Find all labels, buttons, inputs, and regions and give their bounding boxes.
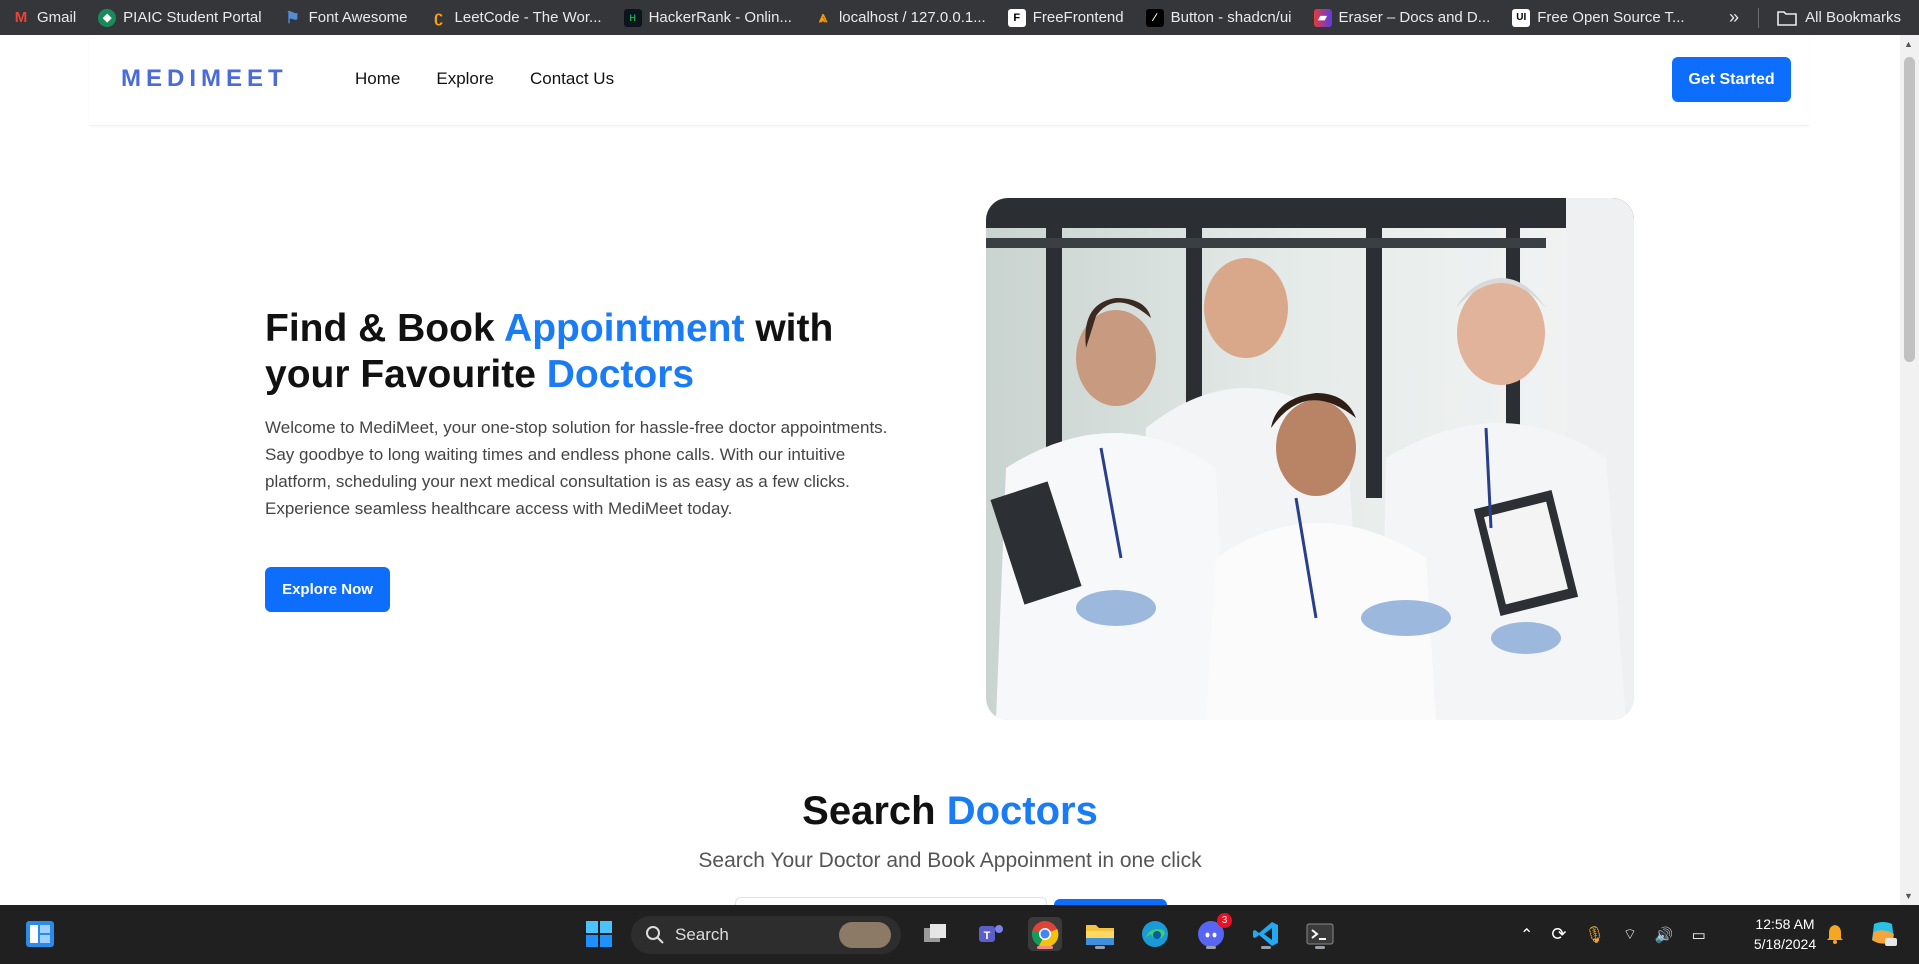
battery-icon[interactable]: ▭ bbox=[1692, 926, 1706, 944]
taskbar-clock[interactable]: 12:58 AM 5/18/2024 bbox=[1740, 914, 1830, 954]
clock-time: 12:58 AM bbox=[1755, 916, 1815, 932]
hero-description: Welcome to MediMeet, your one-stop solut… bbox=[265, 418, 888, 518]
all-bookmarks-label: All Bookmarks bbox=[1805, 9, 1901, 26]
bookmark-label: Button - shadcn/ui bbox=[1170, 9, 1292, 26]
teams-icon[interactable]: T bbox=[974, 917, 1008, 951]
nav-home[interactable]: Home bbox=[355, 69, 400, 89]
windows-start-icon[interactable] bbox=[582, 917, 616, 951]
nav-contact-us[interactable]: Contact Us bbox=[530, 69, 614, 89]
more-bookmarks-chevron-icon[interactable]: » bbox=[1729, 0, 1739, 35]
bookmark-label: HackerRank - Onlin... bbox=[648, 9, 792, 26]
bookmark-label: FreeFrontend bbox=[1032, 9, 1124, 26]
bookmark-shadcn[interactable]: ∕ Button - shadcn/ui bbox=[1145, 8, 1292, 27]
copilot-icon[interactable] bbox=[1866, 917, 1900, 951]
search-doctors-subtitle: Search Your Doctor and Book Appoinment i… bbox=[698, 849, 1202, 872]
phpmyadmin-icon: ⩓ bbox=[818, 9, 828, 26]
widgets-icon[interactable] bbox=[23, 917, 57, 951]
hero-title: Find & Book Appointment with your Favour… bbox=[265, 306, 905, 398]
bookmarks-bar: M Gmail ◆ PIAIC Student Portal ⚑ Font Aw… bbox=[0, 0, 1919, 35]
bookmark-label: Font Awesome bbox=[308, 9, 408, 26]
navbar: MEDIMEET Home Explore Contact Us Get Sta… bbox=[89, 35, 1809, 126]
folder-icon bbox=[1777, 10, 1797, 26]
hackerrank-icon: H bbox=[623, 8, 642, 27]
taskbar-search-box[interactable]: Search bbox=[631, 916, 901, 954]
chrome-icon[interactable] bbox=[1028, 917, 1062, 951]
running-app-indicator bbox=[1261, 946, 1271, 949]
doctors-photo-illustration bbox=[986, 198, 1634, 720]
show-hidden-icons-chevron-icon[interactable]: ⌃ bbox=[1520, 925, 1533, 945]
explore-now-button[interactable]: Explore Now bbox=[265, 567, 390, 612]
clock-date: 5/18/2024 bbox=[1753, 936, 1817, 952]
scroll-thumb[interactable] bbox=[1904, 57, 1915, 362]
task-view-icon[interactable] bbox=[919, 917, 953, 951]
search-title-part1: Search bbox=[802, 789, 947, 833]
ui-icon: UI bbox=[1512, 8, 1531, 27]
logo[interactable]: MEDIMEET bbox=[121, 65, 288, 93]
edge-icon[interactable] bbox=[1138, 917, 1172, 951]
bookmark-label: Eraser – Docs and D... bbox=[1338, 9, 1491, 26]
bookmark-freefrontend[interactable]: F FreeFrontend bbox=[1007, 8, 1124, 27]
bookmark-leetcode[interactable]: ʗ LeetCode - The Wor... bbox=[430, 8, 602, 27]
bookmark-font-awesome[interactable]: ⚑ Font Awesome bbox=[284, 9, 408, 27]
bookmark-hackerrank[interactable]: H HackerRank - Onlin... bbox=[623, 8, 792, 27]
font-awesome-icon: ⚑ bbox=[285, 9, 300, 27]
active-app-indicator bbox=[1037, 946, 1053, 949]
piaic-icon: ◆ bbox=[98, 8, 117, 27]
microphone-icon[interactable]: 🎙 bbox=[1585, 925, 1605, 945]
running-app-indicator bbox=[1206, 946, 1216, 949]
bookmark-localhost[interactable]: ⩓ localhost / 127.0.0.1... bbox=[814, 9, 986, 27]
nav-links: Home Explore Contact Us bbox=[355, 69, 614, 89]
bookmarks-divider bbox=[1758, 8, 1759, 28]
bookmark-eraser[interactable]: ▰ Eraser – Docs and D... bbox=[1313, 8, 1491, 27]
discord-icon[interactable]: 3 bbox=[1194, 913, 1232, 951]
file-explorer-icon[interactable] bbox=[1083, 917, 1117, 951]
running-app-indicator bbox=[1315, 946, 1325, 949]
sync-icon[interactable]: ⟳ bbox=[1551, 924, 1566, 945]
bookmark-label: PIAIC Student Portal bbox=[123, 9, 262, 26]
bookmark-free-open-source[interactable]: UI Free Open Source T... bbox=[1512, 8, 1685, 27]
nav-explore[interactable]: Explore bbox=[436, 69, 494, 89]
bookmark-label: Gmail bbox=[37, 9, 77, 26]
search-icon bbox=[646, 926, 664, 944]
system-tray: ⌃ ⟳ 🎙 ⌔ 🔊 ▭ bbox=[1520, 905, 1706, 964]
terminal-icon[interactable] bbox=[1303, 917, 1337, 951]
doctors-hero-image bbox=[986, 198, 1634, 720]
hero-title-accent-doctors: Doctors bbox=[546, 353, 695, 396]
leetcode-icon: ʗ bbox=[434, 8, 443, 26]
taskbar-search-placeholder: Search bbox=[675, 925, 729, 944]
gmail-icon: M bbox=[14, 9, 28, 26]
doctor-search-input[interactable] bbox=[735, 897, 1047, 905]
shadcn-icon: ∕ bbox=[1145, 8, 1164, 27]
page-viewport: MEDIMEET Home Explore Contact Us Get Sta… bbox=[0, 35, 1900, 905]
svg-text:T: T bbox=[984, 930, 991, 942]
notification-bell-icon[interactable] bbox=[1818, 917, 1852, 951]
search-highlight-icon bbox=[839, 922, 891, 948]
wifi-icon[interactable]: ⌔ bbox=[1623, 925, 1637, 944]
bookmark-piaic[interactable]: ◆ PIAIC Student Portal bbox=[98, 8, 262, 27]
windows-taskbar: Search T 3 ⌃ ⟳ 🎙 ⌔ 🔊 ▭ 12:58 AM 5/18/202… bbox=[0, 905, 1919, 964]
bookmark-label: LeetCode - The Wor... bbox=[454, 9, 602, 26]
bookmark-label: Free Open Source T... bbox=[1537, 9, 1685, 26]
all-bookmarks-button[interactable]: All Bookmarks bbox=[1777, 0, 1901, 35]
bookmark-label: localhost / 127.0.0.1... bbox=[838, 9, 986, 26]
get-started-button[interactable]: Get Started bbox=[1672, 57, 1791, 102]
page-scrollbar[interactable]: ▲ ▼ bbox=[1900, 35, 1919, 905]
search-title-accent: Doctors bbox=[946, 789, 1098, 833]
notification-badge: 3 bbox=[1217, 913, 1232, 928]
freefrontend-icon: F bbox=[1007, 8, 1026, 27]
hero-title-accent-appointment: Appointment bbox=[504, 307, 745, 350]
hero-title-part1: Find & Book bbox=[265, 307, 505, 350]
scroll-up-arrow-icon[interactable]: ▲ bbox=[1904, 39, 1913, 49]
search-doctors-title: Search Doctors bbox=[0, 789, 1900, 834]
scroll-down-arrow-icon[interactable]: ▼ bbox=[1904, 891, 1913, 901]
bookmark-gmail[interactable]: M Gmail bbox=[12, 9, 76, 27]
volume-icon[interactable]: 🔊 bbox=[1655, 926, 1674, 944]
running-app-indicator bbox=[1095, 946, 1105, 949]
vscode-icon[interactable] bbox=[1249, 917, 1283, 951]
eraser-icon: ▰ bbox=[1313, 8, 1332, 27]
